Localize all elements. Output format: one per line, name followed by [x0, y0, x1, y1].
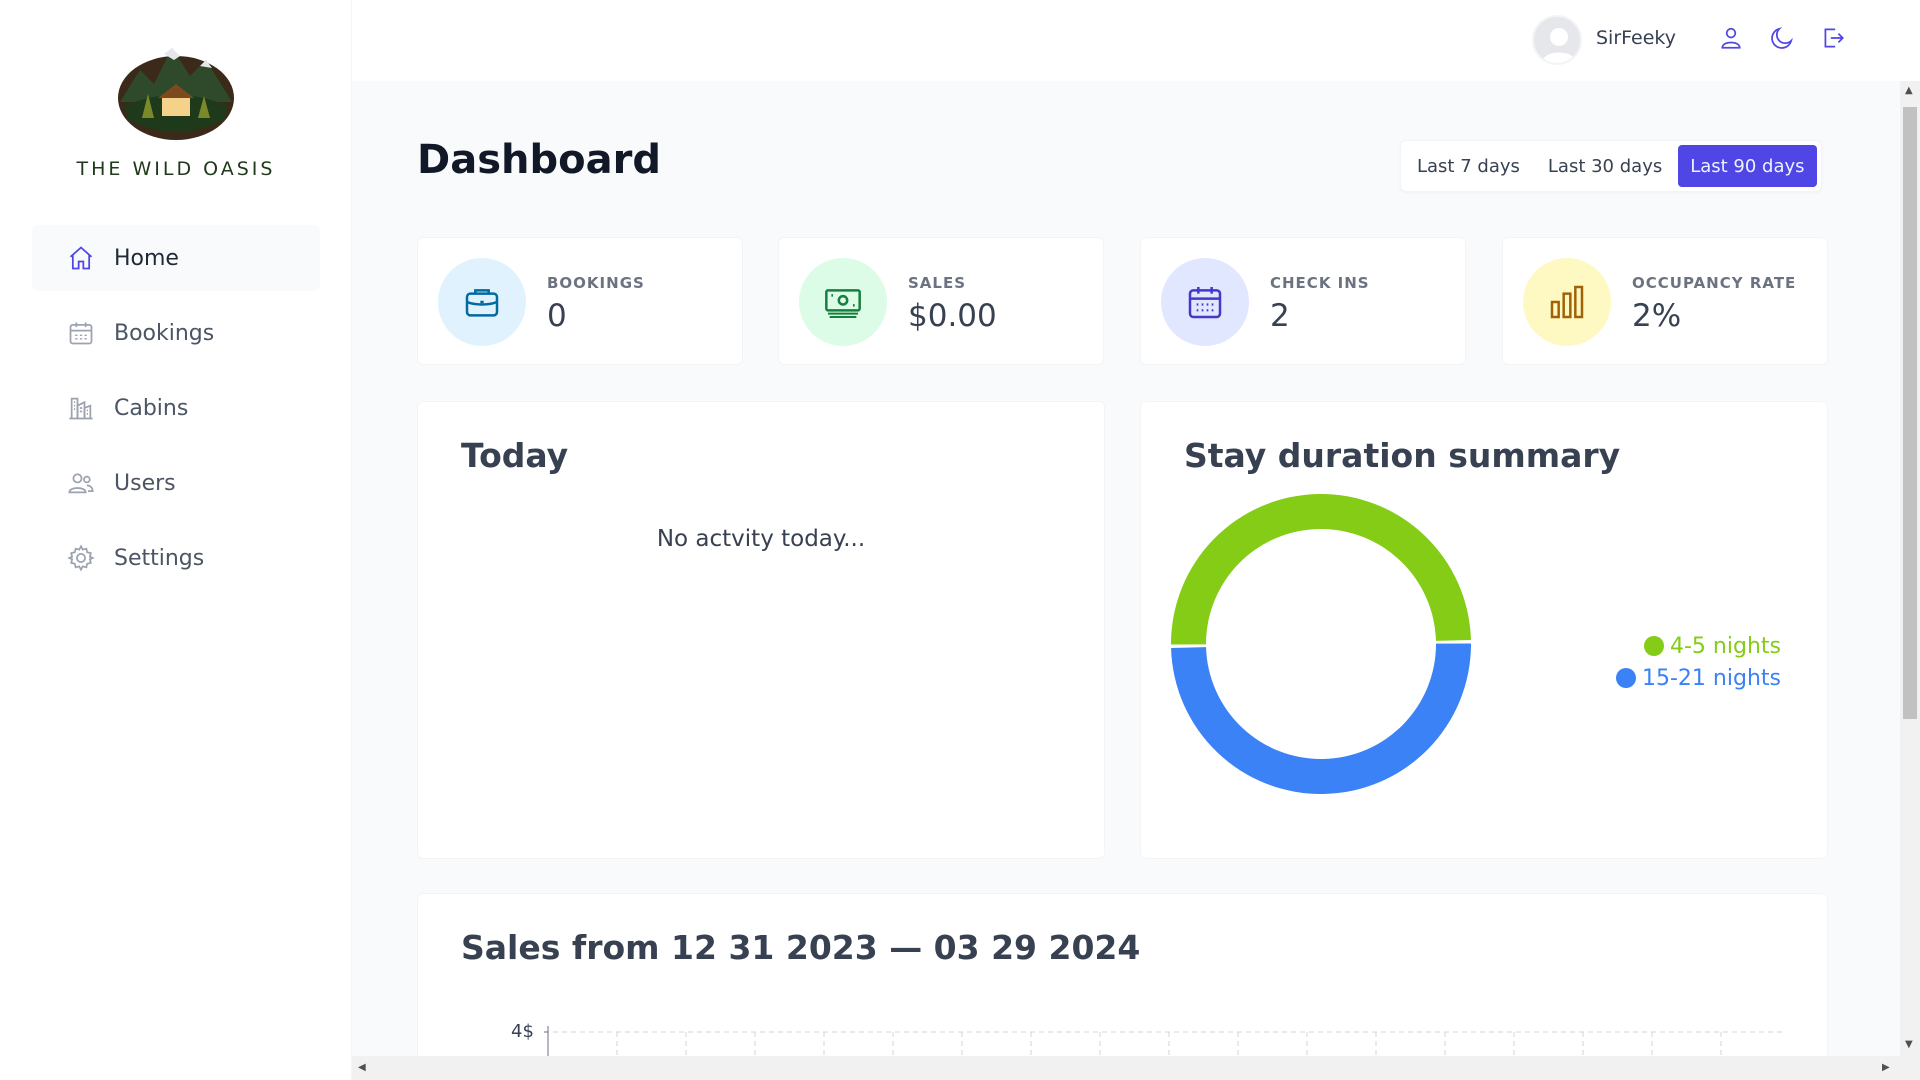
- sidebar-item-label: Users: [114, 470, 176, 496]
- chart-legend: 4-5 nights 15-21 nights: [1616, 630, 1781, 694]
- scroll-left-arrow[interactable]: ◀: [358, 1062, 366, 1073]
- stat-label: CHECK INS: [1270, 274, 1370, 292]
- logout-icon: [1820, 25, 1846, 55]
- horizontal-scrollbar[interactable]: ◀ ▶: [352, 1056, 1920, 1080]
- sidebar-item-users[interactable]: Users: [32, 450, 320, 516]
- legend-item: 15-21 nights: [1616, 662, 1781, 694]
- page-title: Dashboard: [417, 137, 661, 183]
- filter-last-90-days[interactable]: Last 90 days: [1678, 145, 1817, 187]
- legend-label: 4-5 nights: [1670, 633, 1781, 659]
- stat-value: 2: [1270, 298, 1290, 334]
- duration-title: Stay duration summary: [1184, 436, 1621, 475]
- cabins-icon: [66, 393, 96, 423]
- sales-title: Sales from 12 31 2023 — 03 29 2024: [461, 928, 1141, 967]
- main-content: Dashboard Last 7 days Last 30 days Last …: [352, 81, 1900, 1056]
- gear-icon: [66, 543, 96, 573]
- today-title: Today: [461, 436, 569, 475]
- avatar[interactable]: [1532, 15, 1582, 65]
- stat-value: $0.00: [908, 298, 997, 334]
- vertical-scrollbar[interactable]: ▲ ▼: [1900, 81, 1920, 1056]
- stat-bookings: BOOKINGS 0: [417, 237, 743, 365]
- donut-slice-4-5-nights[interactable]: [1171, 494, 1471, 645]
- sidebar-item-settings[interactable]: Settings: [32, 525, 320, 591]
- today-panel: Today No actvity today...: [417, 401, 1105, 859]
- briefcase-icon: [438, 258, 526, 346]
- username: SirFeeky: [1596, 27, 1676, 49]
- top-header: SirFeeky: [352, 0, 1920, 81]
- home-icon: [66, 243, 96, 273]
- calendar-icon: [66, 318, 96, 348]
- stat-sales: SALES $0.00: [778, 237, 1104, 365]
- sidebar-item-label: Settings: [114, 545, 205, 571]
- scrollbar-thumb[interactable]: [1903, 107, 1917, 719]
- duration-panel: Stay duration summary 4-5 nights 15-21 n…: [1140, 401, 1828, 859]
- banknotes-icon: [799, 258, 887, 346]
- stat-value: 0: [547, 298, 567, 334]
- legend-item: 4-5 nights: [1616, 630, 1781, 662]
- moon-icon: [1769, 25, 1795, 55]
- sidebar-item-cabins[interactable]: Cabins: [32, 375, 320, 441]
- sidebar-item-label: Cabins: [114, 395, 189, 421]
- sidebar-item-label: Home: [114, 245, 179, 271]
- calendar-days-icon: [1161, 258, 1249, 346]
- dark-mode-toggle[interactable]: [1766, 24, 1798, 56]
- stat-occupancy-rate: OCCUPANCY RATE 2%: [1502, 237, 1828, 365]
- filter-last-30-days[interactable]: Last 30 days: [1536, 145, 1674, 187]
- chart-bar-icon: [1523, 258, 1611, 346]
- date-filter: Last 7 days Last 30 days Last 90 days: [1400, 140, 1822, 192]
- stat-label: OCCUPANCY RATE: [1632, 274, 1797, 292]
- sidebar: THE WILD OASIS Home Bookings Cabins User…: [0, 0, 352, 1080]
- logo: THE WILD OASIS: [0, 40, 352, 180]
- sidebar-item-label: Bookings: [114, 320, 215, 346]
- stat-label: SALES: [908, 274, 967, 292]
- legend-label: 15-21 nights: [1642, 665, 1781, 691]
- sales-chart-grid: [544, 1026, 1784, 1056]
- scroll-up-arrow[interactable]: ▲: [1905, 85, 1913, 96]
- donut-chart: [1171, 494, 1471, 795]
- scroll-right-arrow[interactable]: ▶: [1882, 1062, 1890, 1073]
- sidebar-item-bookings[interactable]: Bookings: [32, 300, 320, 366]
- stat-value: 2%: [1632, 298, 1682, 334]
- brand-name: THE WILD OASIS: [76, 158, 276, 180]
- sidebar-item-home[interactable]: Home: [32, 225, 320, 291]
- stat-check-ins: CHECK INS 2: [1140, 237, 1466, 365]
- legend-dot: [1616, 668, 1636, 688]
- legend-dot: [1644, 636, 1664, 656]
- sales-panel: Sales from 12 31 2023 — 03 29 2024 4$: [417, 893, 1828, 1056]
- logo-image: [118, 48, 234, 140]
- donut-slice-15-21-nights[interactable]: [1171, 643, 1471, 795]
- stat-label: BOOKINGS: [547, 274, 645, 292]
- user-icon: [1718, 25, 1744, 55]
- logout-button[interactable]: [1817, 24, 1849, 56]
- account-button[interactable]: [1715, 24, 1747, 56]
- filter-last-7-days[interactable]: Last 7 days: [1405, 145, 1532, 187]
- empty-message: No actvity today...: [656, 526, 866, 552]
- sidebar-nav: Home Bookings Cabins Users Settings: [32, 225, 320, 600]
- y-tick-label: 4$: [511, 1021, 534, 1042]
- users-icon: [66, 468, 96, 498]
- scroll-down-arrow[interactable]: ▼: [1905, 1039, 1913, 1050]
